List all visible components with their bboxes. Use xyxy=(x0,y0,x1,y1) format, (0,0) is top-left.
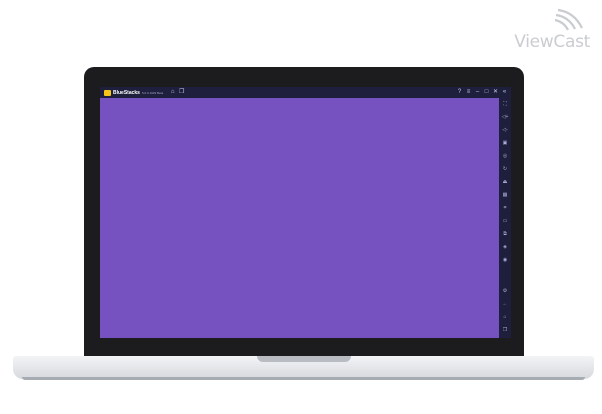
screen-recorder-icon[interactable]: ⌗ xyxy=(499,205,511,211)
screenshot-icon[interactable]: ◎ xyxy=(499,153,511,159)
home-icon[interactable]: ⌂ xyxy=(168,87,177,98)
home-icon[interactable]: ⌂ xyxy=(499,314,511,320)
fullscreen-icon[interactable]: ⛶ xyxy=(499,101,511,107)
help-icon[interactable]: ? xyxy=(455,87,464,98)
collapse-sidebar-icon[interactable]: « xyxy=(500,87,509,98)
macro-icon[interactable]: ◉ xyxy=(499,257,511,263)
laptop-notch xyxy=(257,356,351,362)
media-icon[interactable]: ▣ xyxy=(499,140,511,146)
eco-mode-icon[interactable]: ◈ xyxy=(499,244,511,250)
multi-window-icon[interactable]: ❐ xyxy=(177,87,186,98)
multi-instance-icon[interactable]: ⧉ xyxy=(499,231,511,237)
rotate-icon[interactable]: ↻ xyxy=(499,166,511,172)
logo-text: ViewCast xyxy=(514,32,590,52)
recent-apps-icon[interactable]: ❐ xyxy=(499,327,511,333)
version-label: 5.0.0.1029 Beta xyxy=(141,90,164,95)
volume-down-icon[interactable]: ◁- xyxy=(499,127,511,133)
bluestacks-logo-icon xyxy=(104,89,111,96)
minimize-icon[interactable]: – xyxy=(473,87,482,98)
laptop-base-shadow xyxy=(22,377,585,380)
settings-icon[interactable]: ⚙ xyxy=(499,288,511,294)
right-sidebar: ⛶ ◁+ ◁- ▣ ◎ ↻ ⏏ ▦ ⌗ ▭ ⧉ ◈ ◉ ⚙ ← ⌂ ❐ xyxy=(499,98,511,338)
laptop-screen: BlueStacks 5.0.0.1029 Beta ⌂ ❐ ? ≡ – □ ✕… xyxy=(100,87,511,338)
window-title: BlueStacks xyxy=(113,89,140,96)
close-icon[interactable]: ✕ xyxy=(491,87,500,98)
window-controls: ? ≡ – □ ✕ « xyxy=(455,87,509,98)
menu-icon[interactable]: ≡ xyxy=(464,87,473,98)
keyboard-controls-icon[interactable]: ▦ xyxy=(499,192,511,198)
app-content-area[interactable] xyxy=(100,98,499,338)
shake-icon[interactable]: ⏏ xyxy=(499,179,511,185)
signal-waves-icon xyxy=(554,8,583,31)
folder-icon[interactable]: ▭ xyxy=(499,218,511,224)
maximize-icon[interactable]: □ xyxy=(482,87,491,98)
back-icon[interactable]: ← xyxy=(499,301,511,307)
viewcast-logo: ViewCast xyxy=(498,6,590,52)
titlebar: BlueStacks 5.0.0.1029 Beta ⌂ ❐ ? ≡ – □ ✕… xyxy=(100,87,511,98)
volume-up-icon[interactable]: ◁+ xyxy=(499,114,511,120)
